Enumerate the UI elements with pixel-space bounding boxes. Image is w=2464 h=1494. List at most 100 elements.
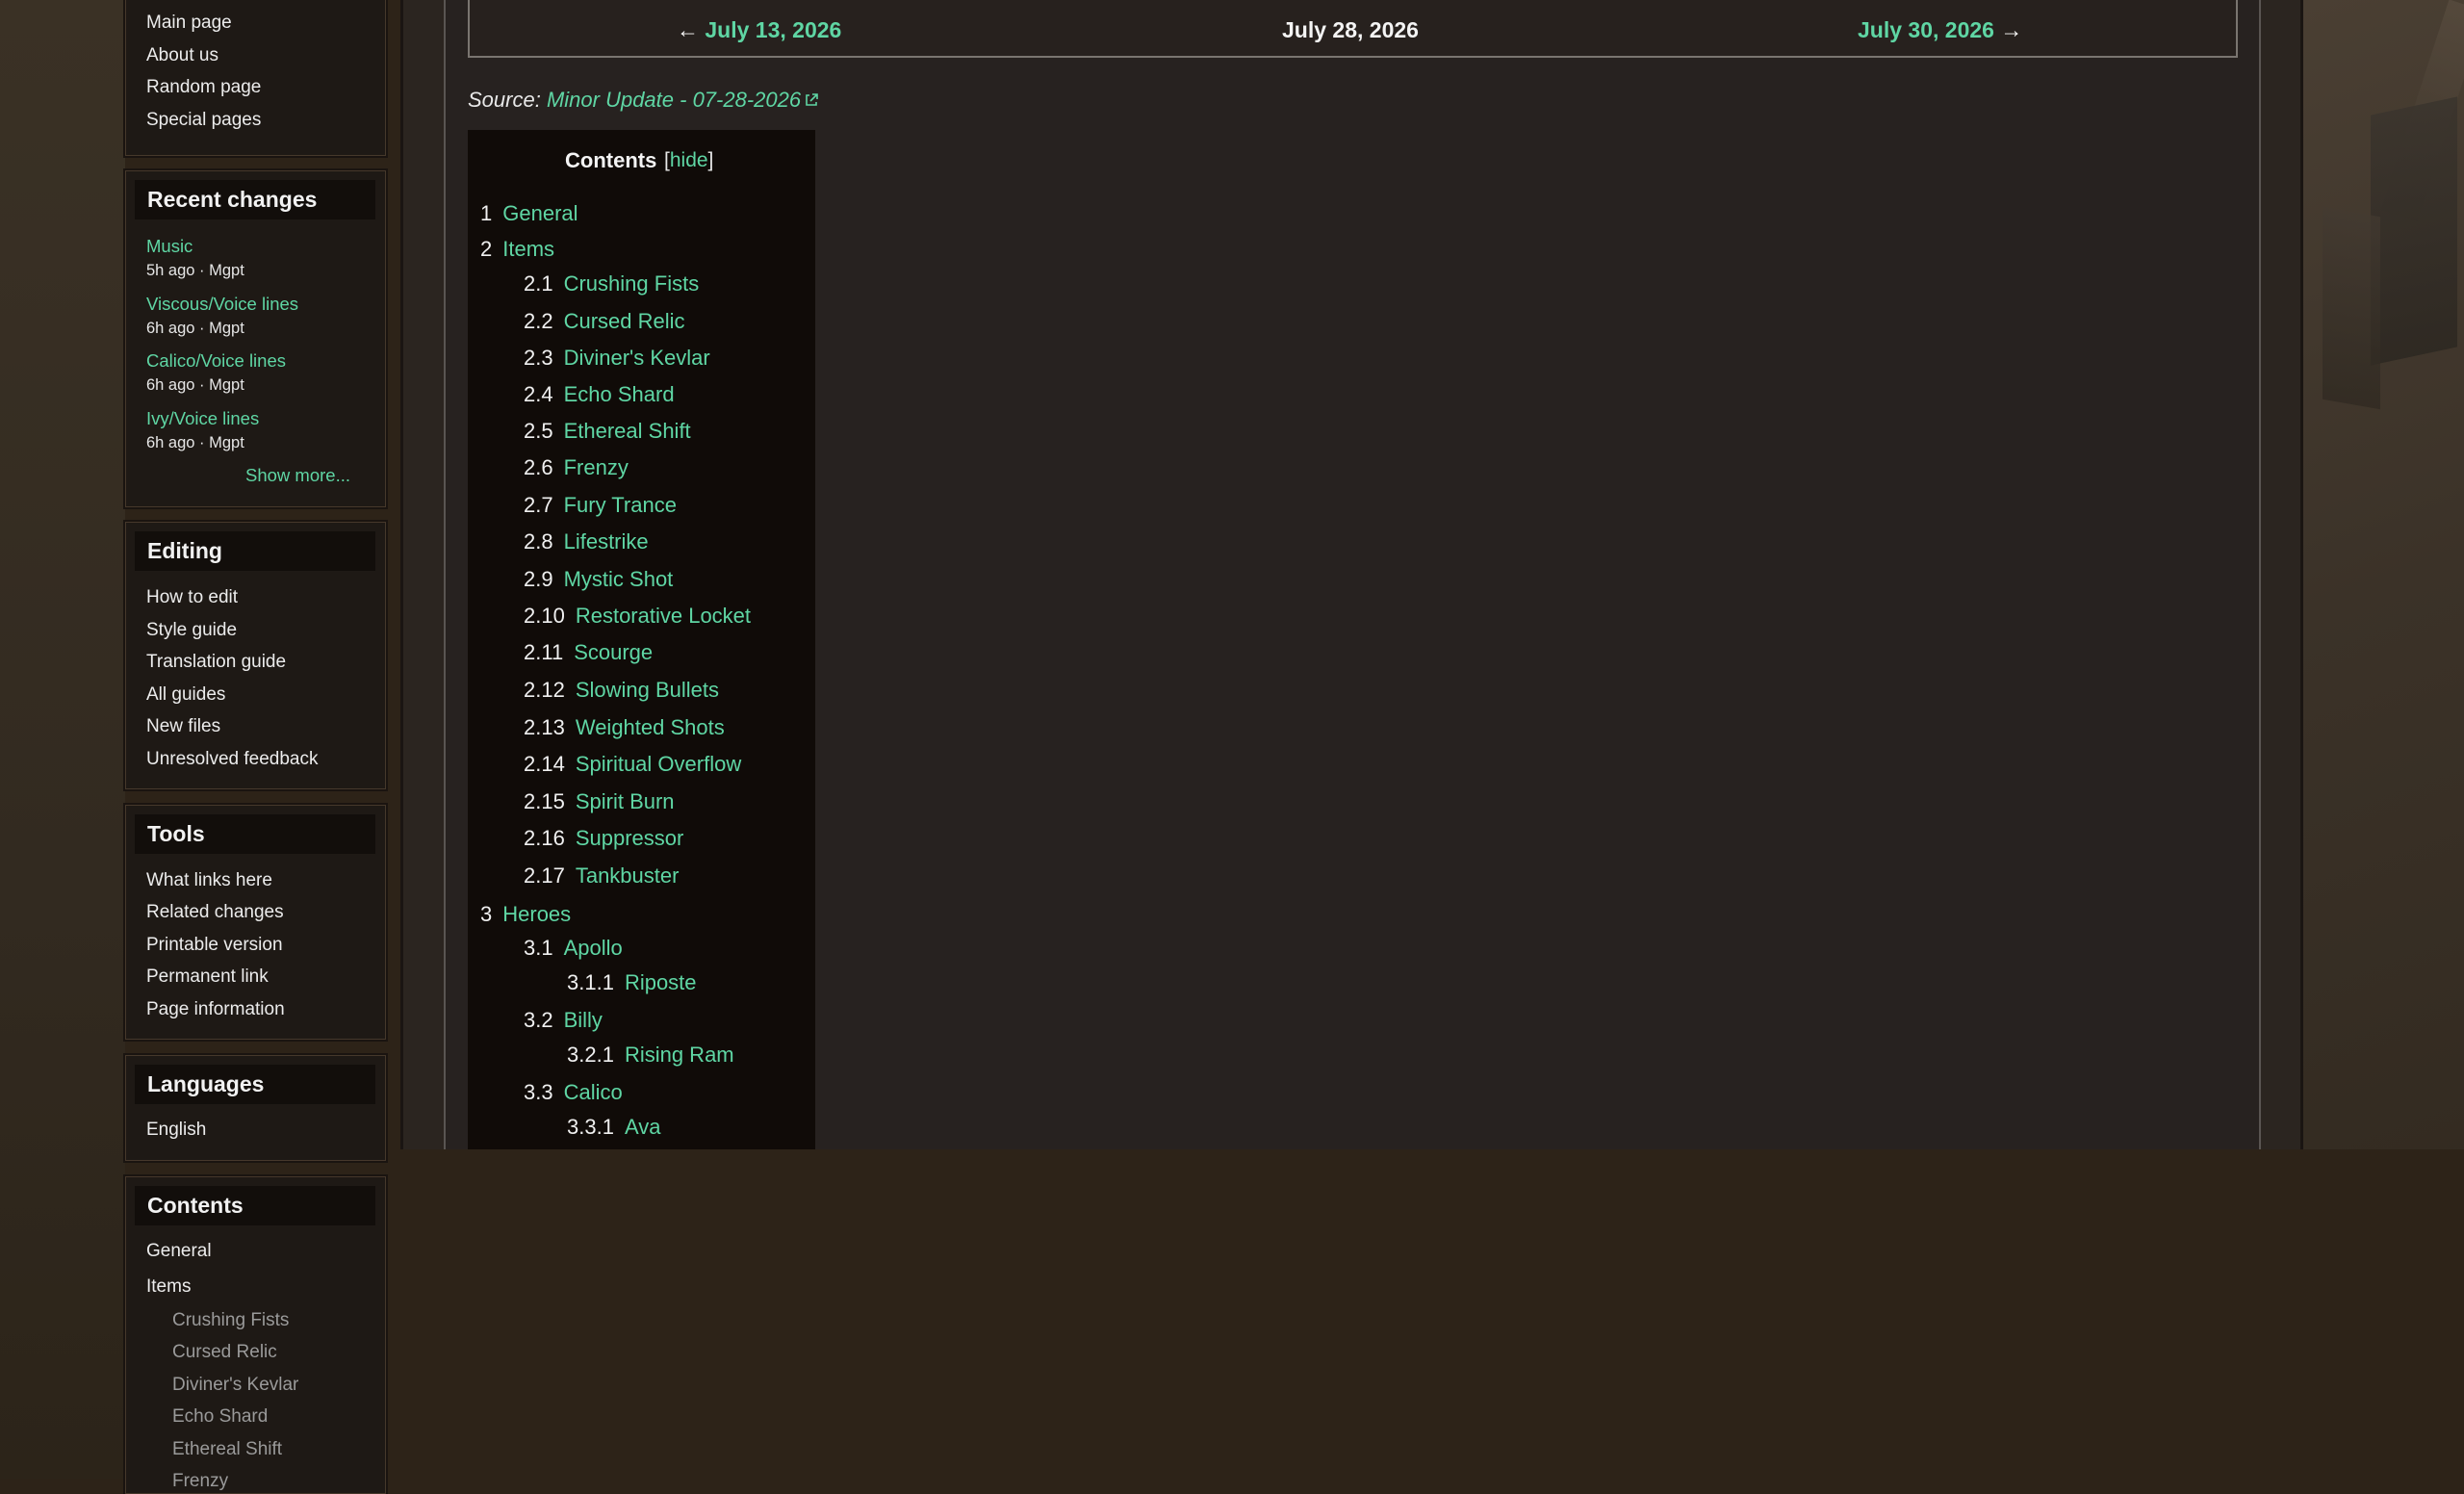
- toc-entry-label: Weighted Shots: [575, 715, 725, 739]
- toc-entry-label: Apollo: [563, 936, 623, 960]
- sidebar-item-related-changes[interactable]: Related changes: [146, 902, 284, 923]
- toc-entry-number: 2.9: [524, 567, 553, 591]
- toc-entry-label: Suppressor: [575, 826, 684, 850]
- source-link-text: Minor Update - 07-28-2026: [546, 88, 802, 112]
- toc-entry[interactable]: 2.12 Slowing Bullets: [524, 678, 719, 703]
- toc-hide-bracket: ]: [707, 149, 714, 171]
- editing-heading: Editing: [135, 531, 375, 571]
- toc-entry-label: Tankbuster: [575, 863, 680, 888]
- sidebar-contents: Contents General Items Crushing Fists Cu…: [125, 1176, 386, 1494]
- toc-entry-label: Calico: [563, 1080, 623, 1104]
- sidebar-item-permanent-link[interactable]: Permanent link: [146, 966, 269, 988]
- sidebar-item-about-us[interactable]: About us: [146, 45, 218, 66]
- toc-entry-number: 2.16: [524, 826, 565, 850]
- update-navigation-box: ← July 13, 2026 July 28, 2026 July 30, 2…: [468, 0, 2238, 58]
- source-link[interactable]: Minor Update - 07-28-2026: [547, 88, 819, 112]
- sidebar-contents-sub-item[interactable]: Ethereal Shift: [172, 1439, 282, 1460]
- toc-entry-number: 2.8: [524, 529, 553, 554]
- toc-entry[interactable]: 3.2.1 Rising Ram: [567, 1043, 734, 1068]
- toc-entry[interactable]: 2.17 Tankbuster: [524, 863, 679, 889]
- toc-hide-button[interactable]: hide: [670, 149, 708, 171]
- sidebar-item-what-links-here[interactable]: What links here: [146, 870, 272, 891]
- sidebar-item-special-pages[interactable]: Special pages: [146, 110, 261, 131]
- toc-entry-label: Ava: [624, 1115, 661, 1139]
- toc-entry[interactable]: 1 General: [480, 201, 578, 226]
- toc-entry[interactable]: 3.2 Billy: [524, 1008, 603, 1033]
- toc-entry[interactable]: 2 Items: [480, 237, 554, 262]
- toc-entry-label: Riposte: [624, 970, 697, 994]
- toc-entry[interactable]: 2.13 Weighted Shots: [524, 715, 725, 740]
- toc-entry[interactable]: 3.1.1 Riposte: [567, 970, 697, 995]
- toc-entry[interactable]: 2.8 Lifestrike: [524, 529, 649, 554]
- sidebar-item-random-page[interactable]: Random page: [146, 77, 261, 98]
- toc-entry[interactable]: 2.16 Suppressor: [524, 826, 683, 851]
- table-of-contents: Contents [hide] 1 General 2 Items 2.1 Crushin…: [468, 130, 815, 1149]
- recent-change-link[interactable]: Music: [146, 236, 192, 257]
- toc-hide-control: [hide]: [664, 149, 713, 172]
- sidebar-contents-sub-item[interactable]: Diviner's Kevlar: [172, 1375, 298, 1396]
- toc-entry-number: 2.11: [524, 640, 564, 664]
- toc-entry[interactable]: 3.3 Calico: [524, 1080, 623, 1105]
- toc-entry[interactable]: 2.5 Ethereal Shift: [524, 419, 691, 444]
- toc-entry[interactable]: 2.15 Spirit Burn: [524, 789, 675, 814]
- toc-entry-label: Slowing Bullets: [575, 678, 720, 702]
- toc-entry-label: Spiritual Overflow: [575, 752, 742, 776]
- previous-update-link[interactable]: ← July 13, 2026: [677, 17, 841, 43]
- recent-change-link[interactable]: Calico/Voice lines: [146, 350, 286, 372]
- toc-entry[interactable]: 2.14 Spiritual Overflow: [524, 752, 741, 777]
- sidebar-item-translation-guide[interactable]: Translation guide: [146, 652, 286, 673]
- sidebar-contents-sub-item[interactable]: Cursed Relic: [172, 1342, 277, 1363]
- sidebar-item-language-english[interactable]: English: [146, 1120, 206, 1141]
- toc-entry[interactable]: 2.7 Fury Trance: [524, 493, 677, 518]
- toc-entry-number: 1: [480, 201, 493, 225]
- sidebar-item-printable-version[interactable]: Printable version: [146, 935, 283, 956]
- sidebar-contents-sub-item[interactable]: Crushing Fists: [172, 1310, 289, 1331]
- recent-change-link[interactable]: Ivy/Voice lines: [146, 408, 259, 429]
- languages-heading: Languages: [135, 1065, 375, 1104]
- toc-entry[interactable]: 3.3.1 Ava: [567, 1115, 660, 1140]
- background-art-building-2: [2323, 206, 2380, 410]
- toc-entry-number: 2.13: [524, 715, 565, 739]
- sidebar-item-all-guides[interactable]: All guides: [146, 684, 225, 706]
- toc-entry[interactable]: 2.3 Diviner's Kevlar: [524, 346, 710, 371]
- source-label: Source:: [468, 88, 541, 112]
- toc-entry-number: 2.2: [524, 309, 553, 333]
- toc-entry[interactable]: 3 Heroes: [480, 902, 571, 927]
- sidebar-item-main-page[interactable]: Main page: [146, 13, 232, 34]
- toc-entry-label: Lifestrike: [563, 529, 649, 554]
- show-more-link[interactable]: Show more...: [245, 465, 350, 486]
- toc-entry[interactable]: 3.1 Apollo: [524, 936, 623, 961]
- toc-entry-number: 3.2.1: [567, 1043, 614, 1067]
- sidebar-item-page-information[interactable]: Page information: [146, 999, 285, 1020]
- toc-entry-number: 2.15: [524, 789, 565, 813]
- sidebar-item-how-to-edit[interactable]: How to edit: [146, 587, 238, 608]
- toc-entry[interactable]: 2.4 Echo Shard: [524, 382, 675, 407]
- current-update-date: July 28, 2026: [1282, 17, 1419, 42]
- sidebar-contents-general[interactable]: General: [146, 1241, 212, 1262]
- toc-entry-label: Restorative Locket: [575, 604, 752, 628]
- toc-entry-number: 2.10: [524, 604, 565, 628]
- next-update-link[interactable]: July 30, 2026 →: [1858, 17, 2022, 43]
- toc-entry-label: Scourge: [574, 640, 654, 664]
- page-background-left: [0, 0, 125, 1479]
- toc-entry[interactable]: 2.9 Mystic Shot: [524, 567, 673, 592]
- sidebar-item-new-files[interactable]: New files: [146, 716, 220, 737]
- toc-entry-number: 3.2: [524, 1008, 553, 1032]
- toc-entry[interactable]: 2.11 Scourge: [524, 640, 653, 665]
- recent-change-link[interactable]: Viscous/Voice lines: [146, 294, 298, 315]
- toc-entry[interactable]: 2.2 Cursed Relic: [524, 309, 685, 334]
- toc-entry-number: 3.3: [524, 1080, 553, 1104]
- toc-entry-number: 3: [480, 902, 493, 926]
- toc-entry[interactable]: 2.1 Crushing Fists: [524, 271, 699, 296]
- sidebar-item-style-guide[interactable]: Style guide: [146, 620, 237, 641]
- sidebar-contents-sub-item[interactable]: Echo Shard: [172, 1406, 268, 1428]
- sidebar-item-unresolved-feedback[interactable]: Unresolved feedback: [146, 749, 319, 770]
- arrow-left-icon: ←: [677, 17, 699, 42]
- toc-entry-label: Crushing Fists: [563, 271, 700, 296]
- toc-entry-number: 2.12: [524, 678, 565, 702]
- toc-entry[interactable]: 2.6 Frenzy: [524, 455, 629, 480]
- toc-entry-number: 2.1: [524, 271, 553, 296]
- toc-entry[interactable]: 2.10 Restorative Locket: [524, 604, 751, 629]
- sidebar-contents-items[interactable]: Items: [146, 1276, 191, 1298]
- sidebar-contents-sub-item[interactable]: Frenzy: [172, 1471, 228, 1492]
